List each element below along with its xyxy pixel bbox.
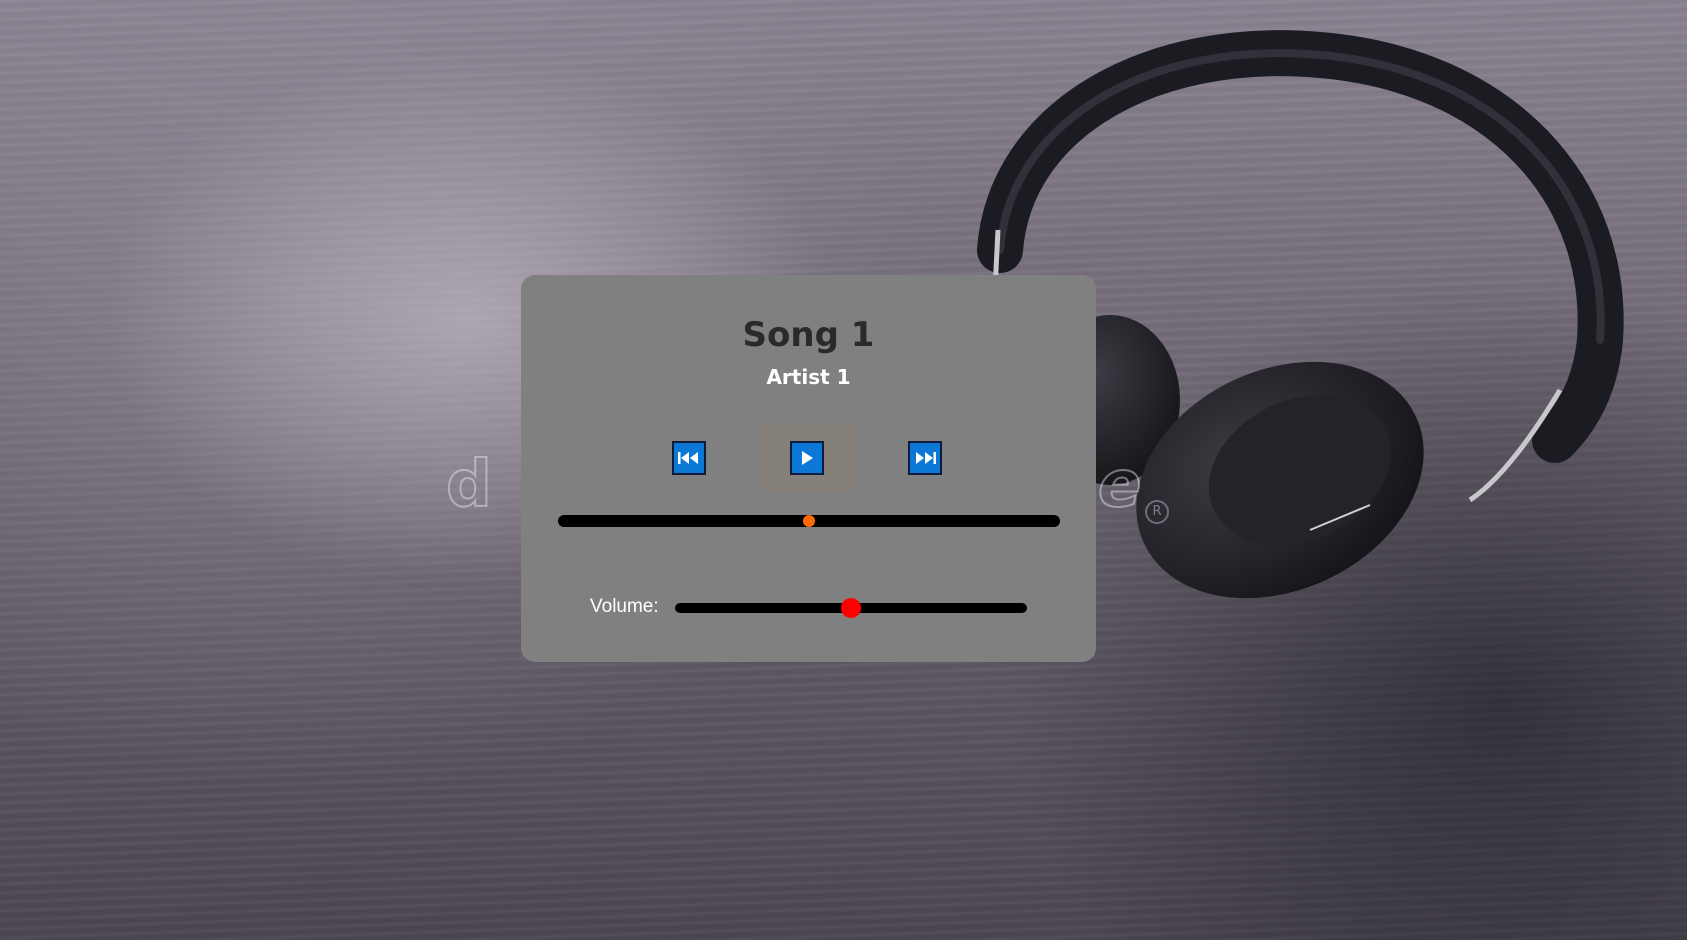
previous-track-button[interactable] — [672, 441, 706, 475]
play-button[interactable] — [790, 441, 824, 475]
music-player-card: Song 1 Artist 1 Volume: — [521, 275, 1096, 662]
skip-next-icon — [916, 452, 936, 464]
skip-previous-icon — [678, 452, 698, 464]
watermark-right: e — [1097, 447, 1142, 523]
volume-thumb[interactable] — [841, 598, 861, 618]
progress-thumb[interactable] — [803, 515, 815, 527]
volume-label: Volume: — [590, 596, 659, 617]
artist-name: Artist 1 — [766, 365, 851, 389]
next-track-button[interactable] — [908, 441, 942, 475]
play-icon — [802, 451, 813, 465]
registered-mark-icon: R — [1145, 500, 1169, 524]
watermark-left: d — [445, 447, 493, 523]
song-title: Song 1 — [742, 315, 875, 355]
